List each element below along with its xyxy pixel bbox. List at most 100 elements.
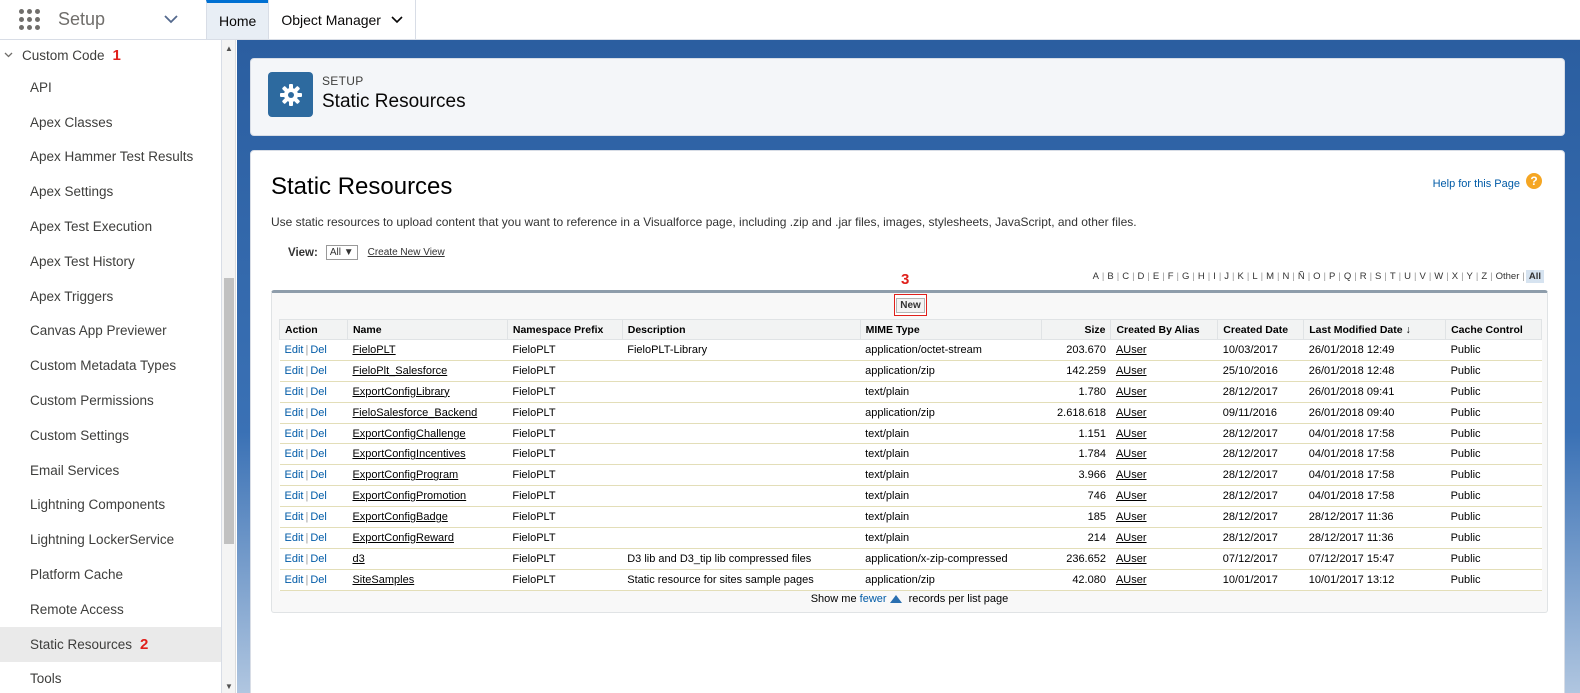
delete-link[interactable]: Del xyxy=(310,386,327,398)
alpha-filter-link[interactable]: S xyxy=(1373,271,1383,282)
created-by-link[interactable]: AUser xyxy=(1116,448,1147,460)
resource-name-link[interactable]: ExportConfigProgram xyxy=(352,469,458,481)
alpha-filter-link[interactable]: J xyxy=(1222,271,1231,282)
triangle-up-icon[interactable] xyxy=(889,595,902,603)
delete-link[interactable]: Del xyxy=(310,344,327,356)
edit-link[interactable]: Edit xyxy=(285,574,304,586)
created-by-link[interactable]: AUser xyxy=(1116,553,1147,565)
created-by-link[interactable]: AUser xyxy=(1116,469,1147,481)
tab-home[interactable]: Home xyxy=(206,0,269,39)
column-header[interactable]: Action xyxy=(279,319,348,340)
tab-object-manager[interactable]: Object Manager xyxy=(268,0,415,39)
column-header[interactable]: Last Modified Date ↓ xyxy=(1303,319,1447,340)
delete-link[interactable]: Del xyxy=(310,490,327,502)
column-header[interactable]: Created By Alias xyxy=(1110,319,1219,340)
alpha-filter-link[interactable]: I xyxy=(1211,271,1218,282)
created-by-link[interactable]: AUser xyxy=(1116,532,1147,544)
sidebar-item-apex-test-history[interactable]: Apex Test History xyxy=(0,244,221,279)
alpha-filter-link[interactable]: F xyxy=(1166,271,1176,282)
sidebar-item-remote-access[interactable]: Remote Access xyxy=(0,592,221,627)
pager-fewer-link[interactable]: fewer xyxy=(860,593,887,605)
alpha-filter-link[interactable]: N xyxy=(1280,271,1291,282)
delete-link[interactable]: Del xyxy=(310,553,327,565)
created-by-link[interactable]: AUser xyxy=(1116,344,1147,356)
app-launcher-button[interactable] xyxy=(0,0,58,39)
edit-link[interactable]: Edit xyxy=(285,469,304,481)
delete-link[interactable]: Del xyxy=(310,469,327,481)
column-header[interactable]: Cache Control xyxy=(1445,319,1542,340)
delete-link[interactable]: Del xyxy=(310,365,327,377)
sidebar-item-apex-triggers[interactable]: Apex Triggers xyxy=(0,279,221,314)
sidebar-item-lightning-lockerservice[interactable]: Lightning LockerService xyxy=(0,522,221,557)
sidebar-item-apex-settings[interactable]: Apex Settings xyxy=(0,174,221,209)
sidebar-item-tools[interactable]: Tools xyxy=(0,662,221,693)
resource-name-link[interactable]: FieloPLT xyxy=(352,344,395,356)
new-button[interactable]: New xyxy=(896,297,925,313)
resource-name-link[interactable]: FieloSalesforce_Backend xyxy=(352,407,477,419)
alpha-filter-link[interactable]: Q xyxy=(1342,271,1353,282)
resource-name-link[interactable]: SiteSamples xyxy=(352,574,414,586)
alpha-filter-link[interactable]: D xyxy=(1136,271,1147,282)
created-by-link[interactable]: AUser xyxy=(1116,490,1147,502)
alpha-filter-link[interactable]: H xyxy=(1196,271,1207,282)
alpha-filter-link[interactable]: A xyxy=(1091,271,1101,282)
resource-name-link[interactable]: ExportConfigChallenge xyxy=(352,428,465,440)
alpha-filter-link[interactable]: P xyxy=(1327,271,1337,282)
resource-name-link[interactable]: ExportConfigIncentives xyxy=(352,448,465,460)
chevron-down-icon[interactable] xyxy=(164,0,206,39)
alpha-filter-link[interactable]: Other xyxy=(1494,271,1522,282)
sidebar-item-lightning-components[interactable]: Lightning Components xyxy=(0,488,221,523)
edit-link[interactable]: Edit xyxy=(285,448,304,460)
sidebar-item-custom-permissions[interactable]: Custom Permissions xyxy=(0,383,221,418)
sidebar-item-canvas-app-previewer[interactable]: Canvas App Previewer xyxy=(0,314,221,349)
help-icon[interactable]: ? xyxy=(1526,173,1542,189)
alpha-filter-link[interactable]: O xyxy=(1311,271,1322,282)
sidebar-item-email-services[interactable]: Email Services xyxy=(0,453,221,488)
resource-name-link[interactable]: ExportConfigLibrary xyxy=(352,386,449,398)
alpha-filter-link[interactable]: M xyxy=(1264,271,1276,282)
delete-link[interactable]: Del xyxy=(310,428,327,440)
sidebar-scrollbar[interactable]: ▲ ▼ xyxy=(222,40,236,693)
sidebar-item-apex-classes[interactable]: Apex Classes xyxy=(0,105,221,140)
column-header[interactable]: Size xyxy=(1040,319,1112,340)
alpha-filter-link[interactable]: G xyxy=(1180,271,1191,282)
created-by-link[interactable]: AUser xyxy=(1116,365,1147,377)
sidebar-item-apex-test-execution[interactable]: Apex Test Execution xyxy=(0,209,221,244)
sidebar-item-api[interactable]: API xyxy=(0,70,221,105)
created-by-link[interactable]: AUser xyxy=(1116,428,1147,440)
alpha-filter-link[interactable]: T xyxy=(1388,271,1398,282)
alpha-filter-link[interactable]: B xyxy=(1105,271,1115,282)
delete-link[interactable]: Del xyxy=(310,448,327,460)
alpha-filter-link[interactable]: C xyxy=(1120,271,1131,282)
resource-name-link[interactable]: ExportConfigPromotion xyxy=(352,490,466,502)
edit-link[interactable]: Edit xyxy=(285,511,304,523)
sidebar-section-custom-code[interactable]: Custom Code 1 xyxy=(0,40,221,70)
alpha-filter-link[interactable]: E xyxy=(1151,271,1161,282)
edit-link[interactable]: Edit xyxy=(285,428,304,440)
scroll-down-icon[interactable]: ▼ xyxy=(225,682,233,691)
column-header[interactable]: Name xyxy=(346,319,508,340)
alpha-filter-all[interactable]: All xyxy=(1525,270,1544,283)
delete-link[interactable]: Del xyxy=(310,407,327,419)
created-by-link[interactable]: AUser xyxy=(1116,574,1147,586)
edit-link[interactable]: Edit xyxy=(285,344,304,356)
create-new-view-link[interactable]: Create New View xyxy=(368,247,445,258)
help-link[interactable]: Help for this Page xyxy=(1433,178,1520,190)
delete-link[interactable]: Del xyxy=(310,574,327,586)
resource-name-link[interactable]: ExportConfigReward xyxy=(352,532,454,544)
alpha-filter-link[interactable]: W xyxy=(1432,271,1445,282)
column-header[interactable]: MIME Type xyxy=(859,319,1042,340)
alpha-filter-link[interactable]: Z xyxy=(1479,271,1489,282)
alpha-filter-link[interactable]: L xyxy=(1250,271,1259,282)
alpha-filter-link[interactable]: Y xyxy=(1465,271,1475,282)
sidebar-item-apex-hammer-test-results[interactable]: Apex Hammer Test Results xyxy=(0,140,221,175)
edit-link[interactable]: Edit xyxy=(285,386,304,398)
resource-name-link[interactable]: d3 xyxy=(352,553,364,565)
created-by-link[interactable]: AUser xyxy=(1116,386,1147,398)
edit-link[interactable]: Edit xyxy=(285,532,304,544)
scrollbar-thumb[interactable] xyxy=(224,278,234,544)
new-button-highlight[interactable]: New xyxy=(894,294,927,316)
alpha-filter-link[interactable]: R xyxy=(1358,271,1369,282)
alpha-filter-link[interactable]: K xyxy=(1236,271,1246,282)
alpha-filter-link[interactable]: X xyxy=(1450,271,1460,282)
